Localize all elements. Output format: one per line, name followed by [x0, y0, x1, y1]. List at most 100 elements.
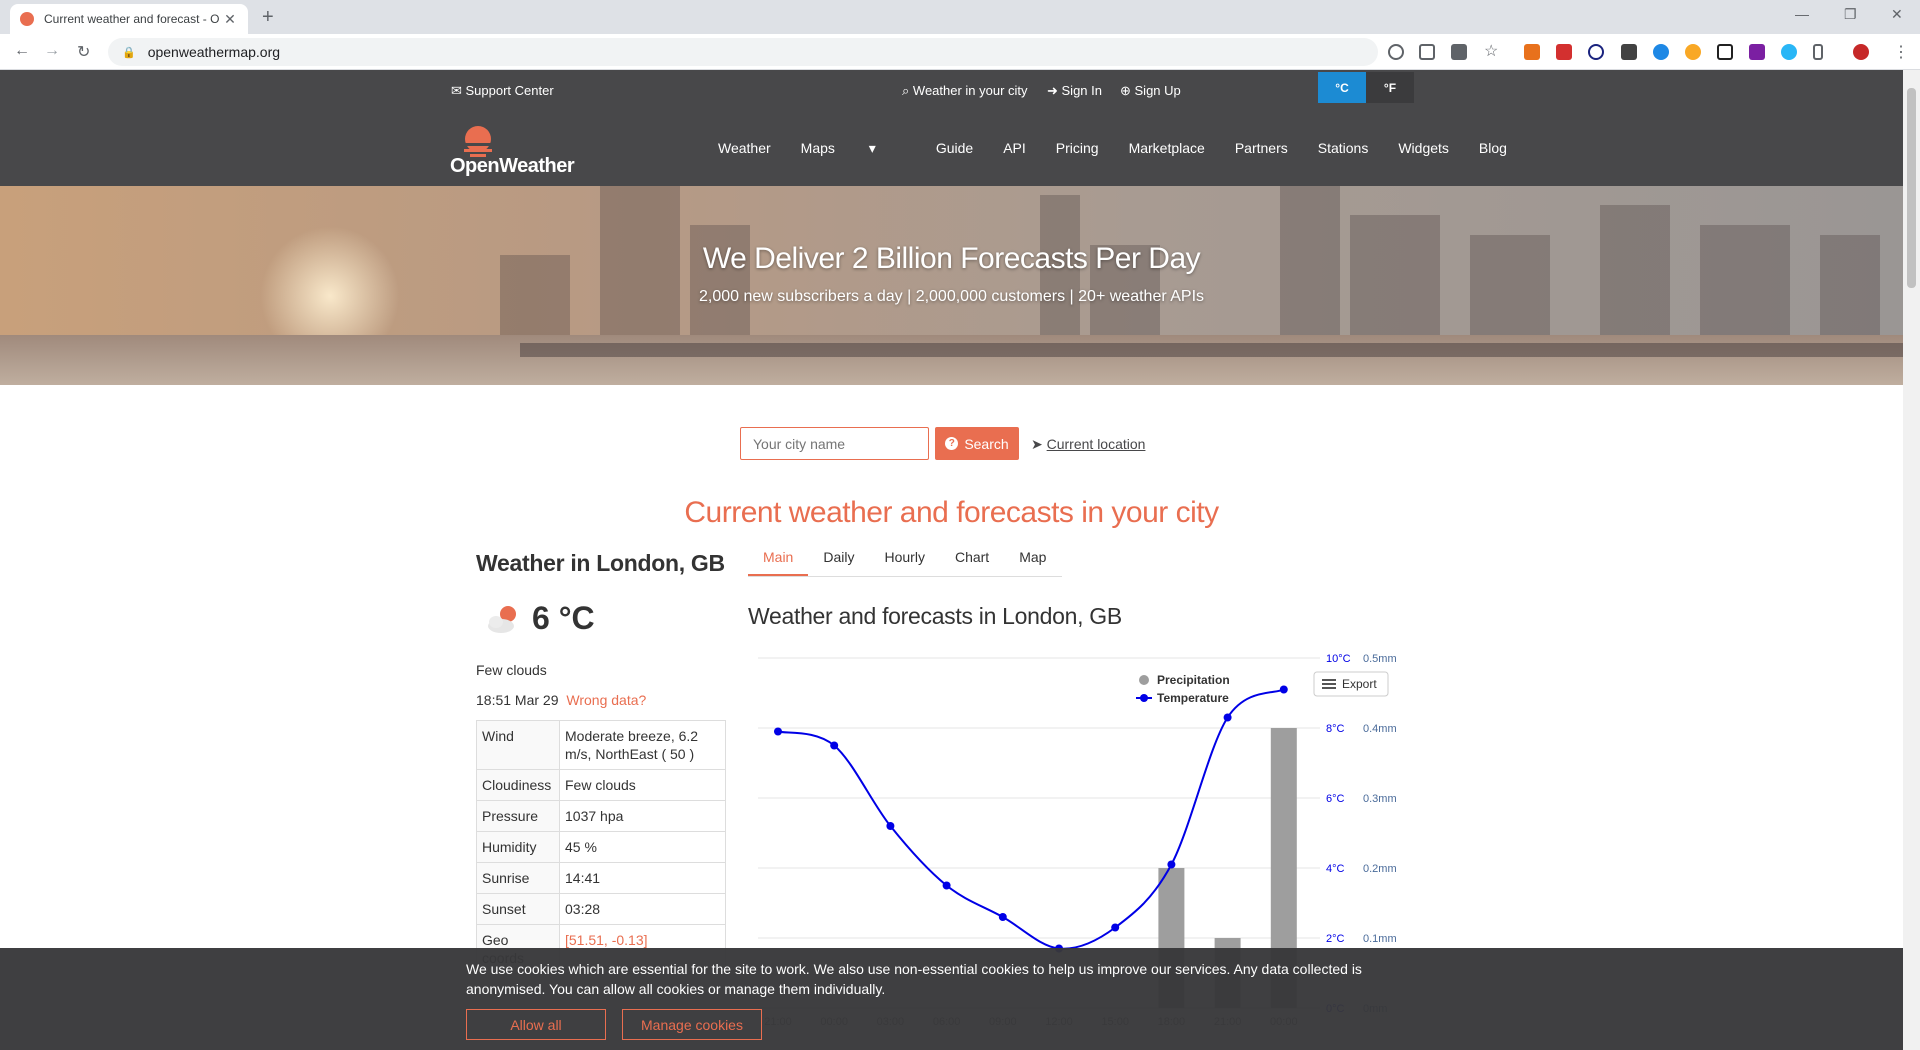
precip-axis-tick: 0.5mm: [1363, 653, 1397, 665]
extension-owl-icon[interactable]: [1685, 44, 1701, 60]
nav-api[interactable]: API: [1003, 140, 1026, 157]
city-search-input[interactable]: [740, 427, 929, 460]
weather-detail-row: Cloudiness Few clouds: [476, 769, 726, 801]
reading-list-icon[interactable]: [1813, 44, 1823, 60]
browser-toolbar: ← → ↻ 🔒 openweathermap.org ☆ ⋮: [0, 34, 1920, 70]
extension-blue-icon[interactable]: [1781, 44, 1797, 60]
cast-icon[interactable]: [1419, 44, 1435, 60]
temperature-point: [942, 881, 951, 890]
extension-block-icon[interactable]: [1588, 44, 1604, 60]
extension-red-icon[interactable]: [1556, 44, 1572, 60]
new-tab-icon[interactable]: +: [262, 6, 274, 29]
sign-up-label: Sign Up: [1134, 83, 1181, 98]
menu-icon: [1322, 687, 1336, 689]
nav-weather[interactable]: Weather: [718, 140, 771, 157]
sign-in-link[interactable]: ➜ Sign In: [1047, 83, 1102, 99]
location-arrow-icon: ➤: [1031, 436, 1043, 452]
cookie-banner: We use cookies which are essential for t…: [0, 948, 1903, 1050]
legend-precipitation-label: Precipitation: [1157, 673, 1230, 687]
extension-ex-icon[interactable]: [1524, 44, 1540, 60]
celsius-toggle[interactable]: °C: [1318, 72, 1366, 103]
nav-stations[interactable]: Stations: [1318, 140, 1369, 157]
wrong-data-link[interactable]: Wrong data?: [566, 692, 646, 708]
extension-window-icon[interactable]: [1717, 44, 1733, 60]
site-info-icon[interactable]: [1388, 44, 1404, 60]
nav-blog[interactable]: Blog: [1479, 140, 1507, 157]
nav-partners[interactable]: Partners: [1235, 140, 1288, 157]
export-label: Export: [1342, 677, 1377, 691]
temperature-point: [1111, 923, 1120, 932]
extension-flag-icon[interactable]: [1749, 44, 1765, 60]
observation-time: 18:51 Mar 29 Wrong data?: [476, 692, 646, 708]
temperature-point: [1167, 860, 1176, 869]
browser-tab-strip: Current weather and forecast - O ✕ + — ❐…: [0, 0, 1920, 34]
browser-menu-icon[interactable]: ⋮: [1893, 42, 1909, 62]
extension-s-icon[interactable]: [1621, 44, 1637, 60]
window-close-icon[interactable]: ✕: [1891, 6, 1903, 23]
precip-axis-tick: 0.2mm: [1363, 863, 1397, 875]
tab-map[interactable]: Map: [1004, 543, 1061, 576]
detail-value: 45 %: [559, 831, 726, 863]
browser-tab[interactable]: Current weather and forecast - O ✕: [10, 4, 248, 34]
tab-hourly[interactable]: Hourly: [869, 543, 939, 576]
observation-time-value: 18:51 Mar 29: [476, 692, 559, 708]
detail-value: 1037 hpa: [559, 800, 726, 832]
detail-label: Cloudiness: [476, 769, 560, 801]
openweather-logo[interactable]: OpenWeather: [450, 119, 580, 179]
current-temperature: 6 °C: [484, 600, 595, 637]
nav-guide[interactable]: Guide: [936, 140, 973, 157]
detail-label: Wind: [476, 720, 560, 770]
manage-cookies-button[interactable]: Manage cookies: [622, 1009, 762, 1040]
few-clouds-icon: [488, 605, 516, 633]
bookmark-star-icon[interactable]: ☆: [1484, 41, 1498, 61]
search-button-label: Search: [964, 435, 1009, 452]
scrollbar-thumb[interactable]: [1907, 88, 1916, 288]
close-tab-icon[interactable]: ✕: [222, 11, 238, 28]
weather-details-table: Wind Moderate breeze, 6.2 m/s, NorthEast …: [476, 720, 726, 974]
translate-icon[interactable]: [1451, 44, 1467, 60]
tab-daily[interactable]: Daily: [808, 543, 869, 576]
nav-marketplace[interactable]: Marketplace: [1129, 140, 1205, 157]
detail-label: Sunrise: [476, 862, 560, 894]
logo-wordmark: OpenWeather: [450, 155, 575, 177]
fahrenheit-toggle[interactable]: °F: [1366, 72, 1414, 103]
nav-maps[interactable]: Maps ▾: [801, 140, 906, 157]
current-location-label: Current location: [1046, 436, 1146, 452]
extension-globe-icon[interactable]: [1653, 44, 1669, 60]
caret-down-icon: ▾: [868, 140, 876, 156]
tab-chart[interactable]: Chart: [940, 543, 1004, 576]
restore-icon[interactable]: ❐: [1844, 6, 1857, 23]
menu-icon: [1322, 679, 1336, 681]
support-center-link[interactable]: ✉ Support Center: [451, 83, 554, 99]
forecast-tabs: Main Daily Hourly Chart Map: [748, 543, 1062, 577]
detail-value: 03:28: [559, 893, 726, 925]
reload-icon[interactable]: ↻: [77, 42, 90, 62]
nav-pricing[interactable]: Pricing: [1056, 140, 1099, 157]
temp-axis-tick: 10°C: [1326, 653, 1351, 665]
back-icon[interactable]: ←: [14, 42, 30, 60]
temperature-point: [774, 727, 782, 736]
current-location-link[interactable]: ➤ Current location: [1031, 436, 1145, 453]
forward-icon[interactable]: →: [44, 42, 60, 60]
city-title: Weather in London, GB: [476, 550, 725, 576]
forecast-title: Weather and forecasts in London, GB: [748, 603, 1122, 629]
legend-precipitation-marker: [1139, 675, 1149, 685]
address-bar[interactable]: 🔒 openweathermap.org: [108, 38, 1378, 66]
search-button[interactable]: ? Search: [935, 427, 1019, 460]
tab-main[interactable]: Main: [748, 543, 809, 576]
minimize-icon[interactable]: —: [1795, 6, 1809, 22]
temp-axis-tick: 6°C: [1326, 793, 1345, 805]
sign-in-label: Sign In: [1061, 83, 1102, 98]
temp-axis-tick: 8°C: [1326, 723, 1345, 735]
allow-all-cookies-button[interactable]: Allow all: [466, 1009, 606, 1040]
weather-in-your-city-link[interactable]: ⌕ Weather in your city: [902, 83, 1028, 99]
profile-avatar-icon[interactable]: [1853, 44, 1869, 60]
nav-links: Weather Maps ▾ Guide API Pricing Marketp…: [718, 140, 1537, 157]
weather-detail-row: Sunset 03:28: [476, 893, 726, 925]
pier: [520, 343, 1903, 357]
page-scrollbar[interactable]: [1903, 70, 1920, 1050]
sign-up-link[interactable]: ⊕ Sign Up: [1120, 83, 1181, 99]
detail-value: Few clouds: [559, 769, 726, 801]
nav-widgets[interactable]: Widgets: [1398, 140, 1449, 157]
lock-icon: 🔒: [122, 46, 136, 59]
